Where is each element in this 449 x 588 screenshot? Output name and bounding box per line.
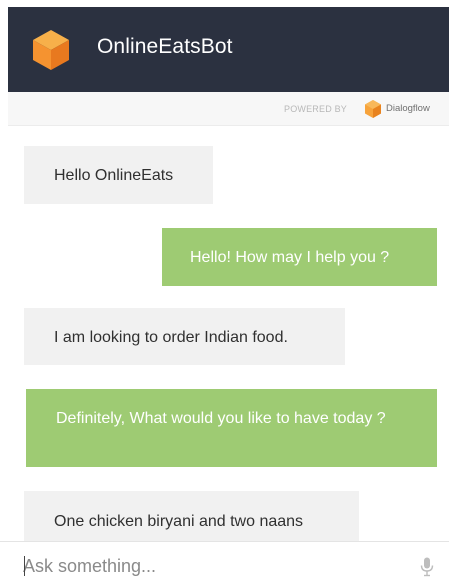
user-message: Hello OnlineEats: [24, 146, 213, 204]
message-text: Definitely, What would you like to have …: [56, 410, 386, 427]
bot-message: Hello! How may I help you ?: [162, 228, 437, 286]
user-message: One chicken biryani and two naans: [24, 491, 359, 541]
message-text: I am looking to order Indian food.: [54, 329, 288, 346]
cube-icon: [33, 30, 69, 70]
microphone-icon[interactable]: [420, 557, 434, 577]
bot-message: Definitely, What would you like to have …: [26, 389, 437, 467]
bot-name: OnlineEatsBot: [97, 35, 233, 58]
dialogflow-icon: [365, 100, 381, 118]
message-text: Hello OnlineEats: [54, 167, 174, 184]
powered-by-label: POWERED BY: [284, 104, 348, 114]
chat-widget: OnlineEatsBot POWERED BY Dialogflow Hell…: [0, 0, 449, 588]
dialogflow-brand: Dialogflow: [386, 103, 430, 114]
message-input[interactable]: [23, 553, 403, 579]
message-text: Hello! How may I help you ?: [190, 249, 390, 266]
message-list: Hello OnlineEats Hello! How may I help y…: [0, 126, 449, 541]
powered-by-bar: POWERED BY Dialogflow: [8, 92, 449, 126]
message-input-area: [0, 541, 449, 588]
user-message: I am looking to order Indian food.: [24, 308, 345, 365]
message-text: One chicken biryani and two naans: [54, 513, 304, 530]
text-cursor: [24, 556, 25, 576]
chat-header: OnlineEatsBot: [8, 7, 449, 92]
